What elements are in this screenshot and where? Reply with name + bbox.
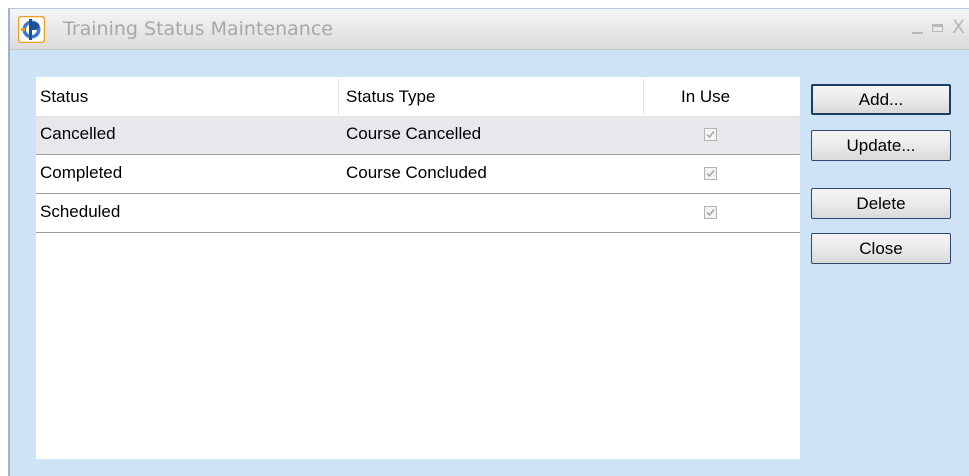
status-list[interactable]: Status Status Type In Use Cancelled Cour…	[36, 77, 800, 459]
list-header: Status Status Type In Use	[36, 77, 800, 117]
status-type-cell: Course Cancelled	[346, 124, 482, 143]
app-logo-icon	[17, 15, 46, 44]
column-header-in-use[interactable]: In Use	[681, 77, 730, 116]
update-button[interactable]: Update...	[811, 130, 951, 161]
minimize-button[interactable]	[908, 19, 927, 39]
add-button[interactable]: Add...	[811, 84, 951, 115]
status-cell: Cancelled	[40, 124, 116, 143]
status-cell: Scheduled	[40, 202, 121, 221]
in-use-checkbox[interactable]	[704, 167, 717, 180]
status-type-cell: Course Concluded	[346, 163, 487, 182]
in-use-checkbox[interactable]	[704, 206, 717, 219]
delete-button[interactable]: Delete	[811, 188, 951, 219]
maximize-button[interactable]	[929, 19, 948, 39]
dialog-window: Training Status Maintenance X Status Sta…	[8, 8, 969, 476]
checkmark-icon	[706, 131, 715, 139]
column-divider[interactable]	[643, 79, 644, 114]
in-use-checkbox[interactable]	[704, 128, 717, 141]
close-window-button[interactable]: X	[950, 16, 969, 39]
table-row[interactable]: Completed Course Concluded	[36, 156, 800, 194]
title-bar[interactable]: Training Status Maintenance X	[10, 9, 969, 50]
column-header-status[interactable]: Status	[40, 77, 88, 116]
window-title: Training Status Maintenance	[63, 18, 333, 40]
status-cell: Completed	[40, 163, 123, 182]
table-row[interactable]: Scheduled	[36, 195, 800, 233]
table-row[interactable]: Cancelled Course Cancelled	[36, 117, 800, 155]
checkmark-icon	[706, 170, 715, 178]
checkmark-icon	[706, 209, 715, 217]
close-icon: X	[952, 16, 966, 38]
minimize-icon	[912, 32, 923, 34]
maximize-icon	[932, 24, 943, 32]
window-controls: X	[906, 16, 969, 39]
column-divider[interactable]	[338, 79, 339, 114]
column-header-status-type[interactable]: Status Type	[346, 77, 435, 116]
close-button[interactable]: Close	[811, 233, 951, 264]
